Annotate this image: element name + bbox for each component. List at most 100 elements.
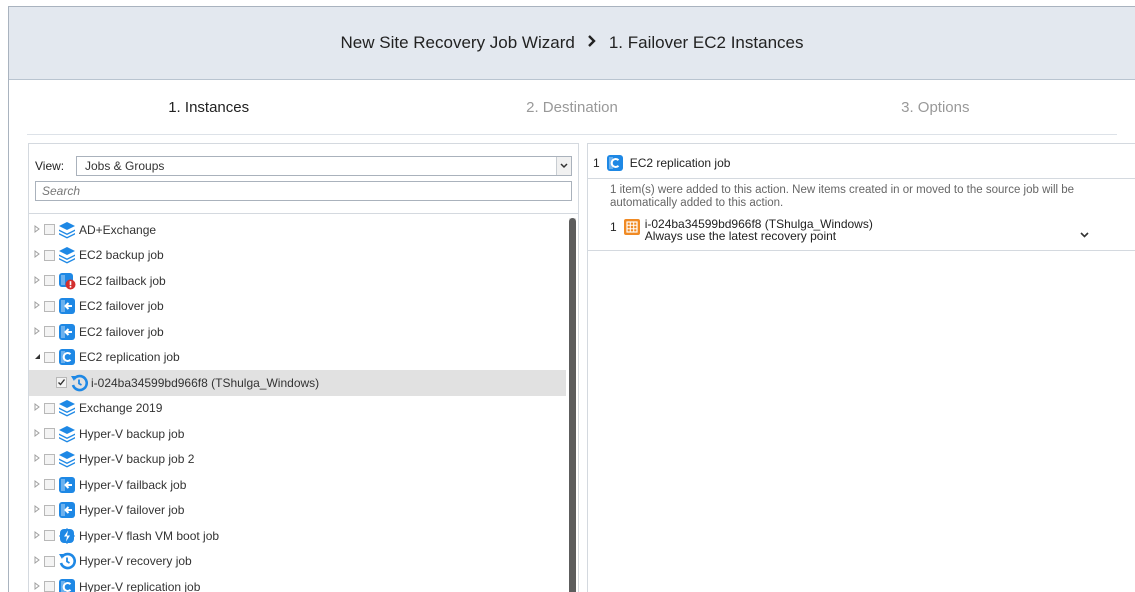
selected-item-row[interactable]: 1 i-024ba34599bd966f8 (TShulga_Windows) … (588, 210, 1135, 242)
expand-triangle-icon[interactable] (33, 428, 41, 439)
checkbox[interactable] (44, 326, 55, 338)
backup-job-icon (58, 450, 76, 468)
failover-job-icon (58, 476, 76, 494)
expand-triangle-icon[interactable] (33, 301, 41, 311)
checkbox[interactable] (44, 479, 55, 491)
recovery-job-icon (58, 552, 76, 570)
tree-item-label: EC2 replication job (79, 350, 180, 365)
view-dropdown[interactable]: Jobs & Groups (76, 156, 572, 176)
selected-job-name: EC2 replication job (629, 156, 731, 170)
expand-triangle-icon[interactable] (33, 454, 41, 464)
item-number: 1 (610, 220, 617, 234)
tree-item-label: Hyper-V backup job (79, 426, 185, 441)
tree-item-label: EC2 failover job (79, 324, 164, 339)
tree-item-label: EC2 backup job (79, 248, 164, 263)
expand-triangle-icon[interactable] (33, 581, 41, 592)
backup-job-icon (58, 425, 76, 443)
flash-boot-icon (58, 527, 76, 545)
tree-item-label: i-024ba34599bd966f8 (TShulga_Windows) (91, 375, 320, 390)
tree-child-row[interactable]: i-024ba34599bd966f8 (TShulga_Windows) (29, 370, 566, 396)
wizard-steps: 1. Instances 2. Destination 3. Options (27, 80, 1117, 135)
checkbox[interactable] (44, 555, 55, 567)
checkbox[interactable] (44, 300, 55, 312)
checkbox[interactable] (44, 224, 55, 236)
dropdown-arrow-icon[interactable] (556, 157, 571, 175)
expand-triangle-icon[interactable] (33, 326, 41, 337)
recovery-point-icon (70, 374, 88, 392)
checkbox[interactable] (44, 275, 55, 287)
checkbox[interactable] (44, 581, 55, 592)
tree-row[interactable]: EC2 replication job (29, 345, 566, 371)
view-selected-value: Jobs & Groups (85, 159, 165, 173)
expand-triangle-icon[interactable] (33, 556, 41, 566)
tree-item-label: Hyper-V replication job (79, 579, 201, 592)
checkbox[interactable] (44, 402, 55, 414)
replication-job-icon (58, 578, 76, 592)
expand-triangle-icon[interactable] (33, 479, 41, 490)
tree-item-label: Hyper-V failover job (79, 503, 185, 518)
checkbox-checked[interactable] (56, 377, 67, 389)
tree-item-label: AD+Exchange (79, 222, 157, 237)
replication-job-icon (58, 348, 76, 366)
tree-item-label: Exchange 2019 (79, 401, 163, 416)
tree-row[interactable]: EC2 failover job (29, 294, 566, 320)
tree-row[interactable]: Hyper-V recovery job (29, 549, 566, 575)
tree-row[interactable]: AD+Exchange (29, 217, 566, 243)
expand-triangle-icon[interactable] (33, 275, 41, 286)
checkbox[interactable] (44, 504, 55, 516)
scrollbar-thumb[interactable] (569, 218, 576, 592)
tree-item-label: Hyper-V flash VM boot job (79, 528, 220, 543)
checkbox[interactable] (44, 249, 55, 261)
wizard-title: New Site Recovery Job Wizard (340, 33, 575, 52)
tree-row[interactable]: EC2 failback job (29, 268, 566, 294)
step-destination[interactable]: 2. Destination (390, 99, 753, 116)
failback-job-error-icon (58, 272, 76, 290)
failover-job-icon (58, 297, 76, 315)
tree-row[interactable]: EC2 backup job (29, 243, 566, 269)
tree-row[interactable]: EC2 failover job (29, 319, 566, 345)
tree-scrollbar[interactable] (569, 218, 576, 592)
step-instances[interactable]: 1. Instances (27, 99, 390, 116)
tree-item-label: Hyper-V recovery job (79, 554, 192, 569)
expand-triangle-icon[interactable] (33, 250, 41, 260)
tree-row[interactable]: Hyper-V failback job (29, 472, 566, 498)
tree-row[interactable]: Hyper-V replication job (29, 574, 566, 592)
checkbox[interactable] (44, 428, 55, 440)
failover-job-icon (58, 323, 76, 341)
recovery-point-setting[interactable]: Always use the latest recovery point (645, 230, 873, 242)
expand-triangle-icon[interactable] (33, 530, 41, 541)
checkbox[interactable] (44, 453, 55, 465)
tree-row[interactable]: Hyper-V flash VM boot job (29, 523, 566, 549)
tree-row[interactable]: Exchange 2019 (29, 396, 566, 422)
tree-row[interactable]: Hyper-V backup job 2 (29, 447, 566, 473)
tree-item-label: Hyper-V backup job 2 (79, 452, 195, 467)
expand-triangle-icon[interactable] (33, 224, 41, 235)
ec2-instance-icon (623, 218, 641, 236)
tree-row[interactable]: Hyper-V backup job (29, 421, 566, 447)
backup-job-icon (58, 221, 76, 239)
search-input[interactable]: Search (35, 181, 572, 201)
wizard-window: New Site Recovery Job Wizard 1. Failover… (8, 6, 1135, 592)
view-label: View: (35, 159, 65, 173)
expand-triangle-icon[interactable] (33, 505, 41, 515)
tree-item-label: Hyper-V failback job (79, 477, 187, 492)
expand-triangle-icon[interactable] (33, 403, 41, 413)
backup-job-icon (58, 246, 76, 264)
replication-job-icon (606, 154, 624, 172)
tree-item-label: EC2 failover job (79, 299, 164, 314)
step-options[interactable]: 3. Options (754, 99, 1117, 116)
selected-items-pane: 1 EC2 replication job 1 item(s) were add… (587, 143, 1135, 592)
wizard-step-title: 1. Failover EC2 Instances (608, 33, 804, 52)
auto-add-info: 1 item(s) were added to this action. New… (610, 184, 1075, 209)
checkbox[interactable] (44, 351, 55, 363)
collapse-triangle-icon[interactable] (33, 353, 41, 362)
wizard-header: New Site Recovery Job Wizard 1. Failover… (9, 7, 1135, 80)
breadcrumb-chevron-icon (587, 34, 597, 52)
tree-item-label: EC2 failback job (79, 273, 166, 288)
checkbox[interactable] (44, 530, 55, 542)
tree-row[interactable]: Hyper-V failover job (29, 498, 566, 524)
jobs-tree: AD+Exchange EC2 backup job EC2 failback jo… (29, 217, 566, 592)
job-number: 1 (593, 156, 600, 170)
expand-item-chevron-icon[interactable] (1080, 230, 1089, 241)
failover-job-icon (58, 501, 76, 519)
